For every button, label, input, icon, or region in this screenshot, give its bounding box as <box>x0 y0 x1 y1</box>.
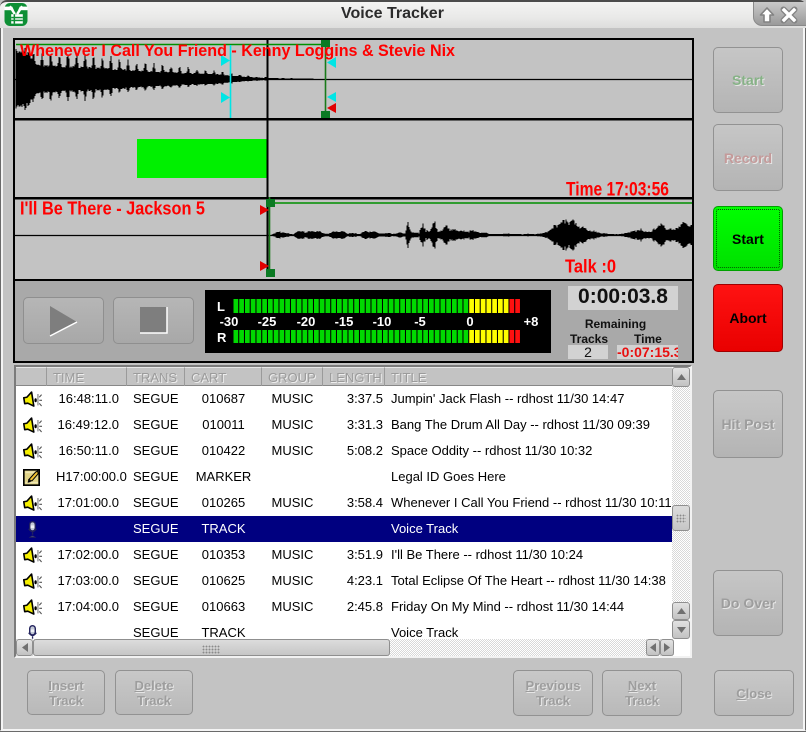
svg-text:Talk :0: Talk :0 <box>565 257 616 277</box>
svg-text:0: 0 <box>466 314 473 329</box>
svg-text:-5: -5 <box>414 314 426 329</box>
svg-text:Whenever I Call You Friend - K: Whenever I Call You Friend - Kenny Loggi… <box>20 42 456 60</box>
svg-text:R: R <box>217 330 227 345</box>
svg-text:+8: +8 <box>524 314 539 329</box>
svg-text:-25: -25 <box>258 314 277 329</box>
svg-text:-20: -20 <box>297 314 316 329</box>
svg-text:-10: -10 <box>373 314 392 329</box>
svg-text:-30: -30 <box>220 314 239 329</box>
svg-text:I'll Be There - Jackson 5: I'll Be There - Jackson 5 <box>20 199 205 219</box>
svg-text:Time 17:03:56: Time 17:03:56 <box>566 180 669 201</box>
svg-text:-15: -15 <box>335 314 354 329</box>
svg-text:L: L <box>217 299 225 314</box>
